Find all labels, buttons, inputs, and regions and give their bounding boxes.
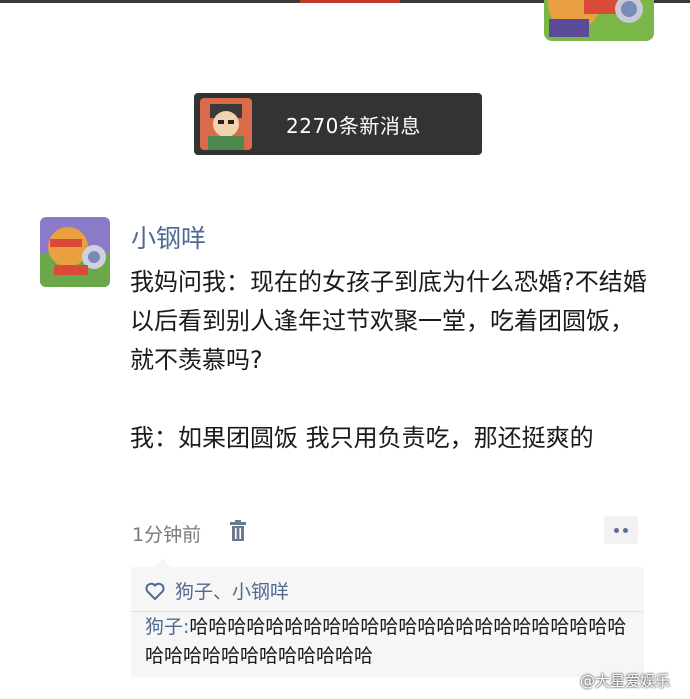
new-messages-text: 2270条新消息 xyxy=(286,113,421,138)
divider xyxy=(131,611,644,612)
username[interactable]: 小钢咩 xyxy=(131,219,206,255)
watermark: @大星爱娱乐 xyxy=(580,672,671,690)
comment-item[interactable]: 狗子:哈哈哈哈哈哈哈哈哈哈哈哈哈哈哈哈哈哈哈哈哈哈哈哈哈哈哈哈哈哈哈哈哈哈哈 xyxy=(145,613,637,671)
likes-names[interactable]: 狗子、小钢咩 xyxy=(175,577,289,604)
likes-row: 狗子、小钢咩 xyxy=(145,577,289,604)
new-messages-banner[interactable]: 2270条新消息 xyxy=(194,93,482,155)
previous-message-avatar[interactable] xyxy=(544,0,654,41)
interaction-panel: 狗子、小钢咩 狗子:哈哈哈哈哈哈哈哈哈哈哈哈哈哈哈哈哈哈哈哈哈哈哈哈哈哈哈哈哈哈… xyxy=(131,559,644,677)
comment-text: 哈哈哈哈哈哈哈哈哈哈哈哈哈哈哈哈哈哈哈哈哈哈哈哈哈哈哈哈哈哈哈哈哈哈哈 xyxy=(145,616,627,667)
post-content: 我妈问我：现在的女孩子到底为什么恐婚?不结婚以后看到别人逢年过节欢聚一堂，吃着团… xyxy=(130,268,647,452)
post-time: 1分钟前 xyxy=(132,524,202,546)
comment-author[interactable]: 狗子 xyxy=(145,616,183,638)
dot xyxy=(614,527,619,533)
trash-icon[interactable] xyxy=(229,520,247,542)
dot xyxy=(623,527,628,533)
user-avatar[interactable] xyxy=(40,217,110,287)
heart-icon xyxy=(145,582,165,600)
more-dots-icon[interactable] xyxy=(604,516,638,544)
banner-avatar xyxy=(200,98,252,150)
top-edge-accent xyxy=(300,0,400,3)
